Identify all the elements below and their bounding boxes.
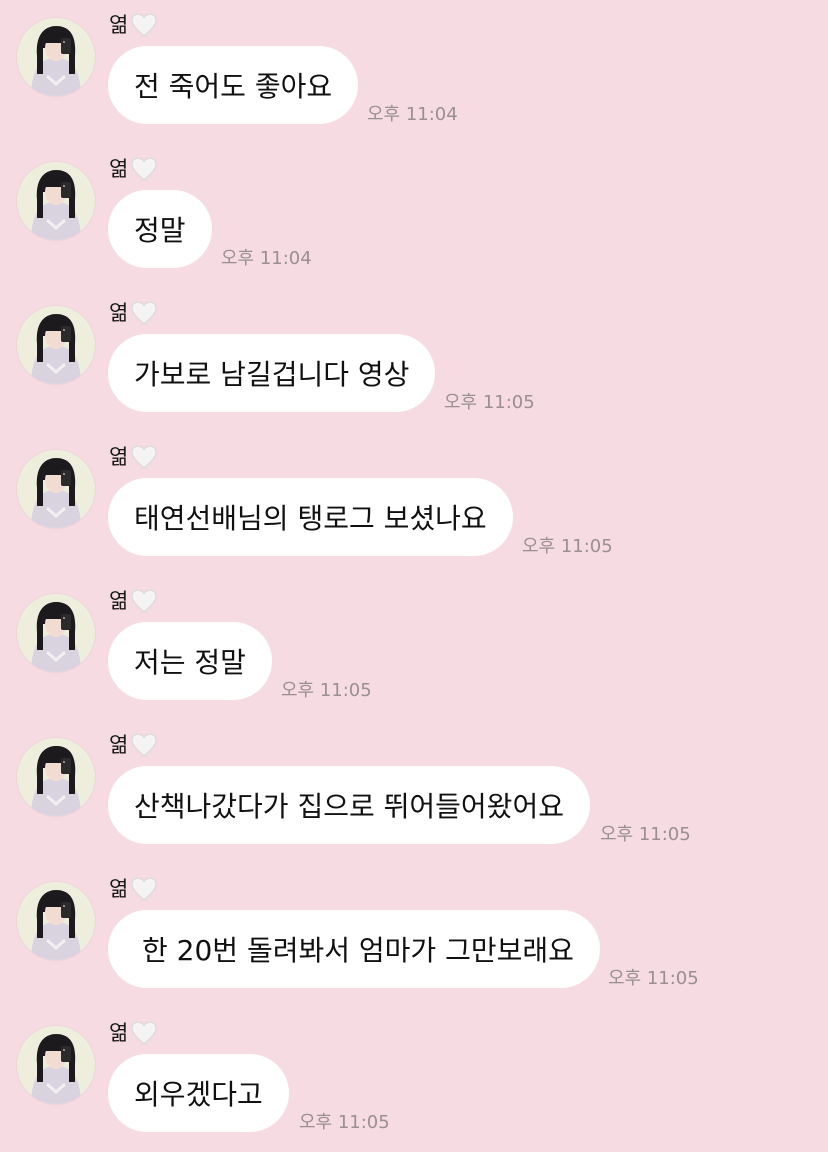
message-row: 엶 외우겠다고 오후 11:05 bbox=[0, 1008, 828, 1152]
message-row: 엶 태연선배님의 탱로그 보셨나요 오후 11:05 bbox=[0, 432, 828, 576]
sender-row: 엶 bbox=[109, 874, 158, 904]
message-timestamp: 오후 11:05 bbox=[600, 824, 691, 845]
white-heart-icon bbox=[130, 588, 158, 614]
avatar[interactable] bbox=[17, 450, 95, 528]
sender-name: 엶 bbox=[109, 301, 129, 325]
white-heart-icon bbox=[130, 156, 158, 182]
message-timestamp: 오후 11:04 bbox=[367, 104, 458, 125]
message-row: 엶 산책나갔다가 집으로 뛰어들어왔어요 오후 11:05 bbox=[0, 720, 828, 864]
avatar[interactable] bbox=[17, 594, 95, 672]
message-row: 엶 정말 오후 11:04 bbox=[0, 144, 828, 288]
message-timestamp: 오후 11:05 bbox=[444, 392, 535, 413]
sender-name: 엶 bbox=[109, 157, 129, 181]
avatar[interactable] bbox=[17, 18, 95, 96]
sender-name: 엶 bbox=[109, 1021, 129, 1045]
white-heart-icon bbox=[130, 732, 158, 758]
white-heart-icon bbox=[130, 444, 158, 470]
sender-row: 엶 bbox=[109, 586, 158, 616]
message-timestamp: 오후 11:05 bbox=[281, 680, 372, 701]
white-heart-icon bbox=[130, 876, 158, 902]
message-bubble[interactable]: 한 20번 돌려봐서 엄마가 그만보래요 bbox=[108, 910, 600, 988]
sender-row: 엶 bbox=[109, 154, 158, 184]
message-row: 엶 가보로 남길겁니다 영상 오후 11:05 bbox=[0, 288, 828, 432]
sender-row: 엶 bbox=[109, 1018, 158, 1048]
message-row: 엶 저는 정말 오후 11:05 bbox=[0, 576, 828, 720]
message-timestamp: 오후 11:05 bbox=[299, 1112, 390, 1133]
message-bubble[interactable]: 정말 bbox=[108, 190, 212, 268]
chat-message-list[interactable]: 엶 전 죽어도 좋아요 오후 11:04 엶 정말 오후 11:04 엶 가보로… bbox=[0, 0, 828, 1146]
sender-row: 엶 bbox=[109, 10, 158, 40]
message-bubble[interactable]: 저는 정말 bbox=[108, 622, 272, 700]
message-timestamp: 오후 11:05 bbox=[608, 968, 699, 989]
sender-name: 엶 bbox=[109, 877, 129, 901]
message-bubble[interactable]: 가보로 남길겁니다 영상 bbox=[108, 334, 436, 412]
avatar[interactable] bbox=[17, 738, 95, 816]
sender-row: 엶 bbox=[109, 442, 158, 472]
sender-name: 엶 bbox=[109, 589, 129, 613]
avatar[interactable] bbox=[17, 882, 95, 960]
message-bubble[interactable]: 태연선배님의 탱로그 보셨나요 bbox=[108, 478, 513, 556]
avatar[interactable] bbox=[17, 306, 95, 384]
message-timestamp: 오후 11:05 bbox=[522, 536, 613, 557]
white-heart-icon bbox=[130, 12, 158, 38]
avatar[interactable] bbox=[17, 162, 95, 240]
message-timestamp: 오후 11:04 bbox=[221, 248, 312, 269]
white-heart-icon bbox=[130, 1020, 158, 1046]
sender-name: 엶 bbox=[109, 733, 129, 757]
avatar[interactable] bbox=[17, 1026, 95, 1104]
sender-name: 엶 bbox=[109, 13, 129, 37]
white-heart-icon bbox=[130, 300, 158, 326]
message-bubble[interactable]: 산책나갔다가 집으로 뛰어들어왔어요 bbox=[108, 766, 590, 844]
sender-row: 엶 bbox=[109, 730, 158, 760]
message-row: 엶 전 죽어도 좋아요 오후 11:04 bbox=[0, 0, 828, 144]
sender-row: 엶 bbox=[109, 298, 158, 328]
message-row: 엶 한 20번 돌려봐서 엄마가 그만보래요 오후 11:05 bbox=[0, 864, 828, 1008]
message-bubble[interactable]: 외우겠다고 bbox=[108, 1054, 289, 1132]
sender-name: 엶 bbox=[109, 445, 129, 469]
message-bubble[interactable]: 전 죽어도 좋아요 bbox=[108, 46, 359, 124]
